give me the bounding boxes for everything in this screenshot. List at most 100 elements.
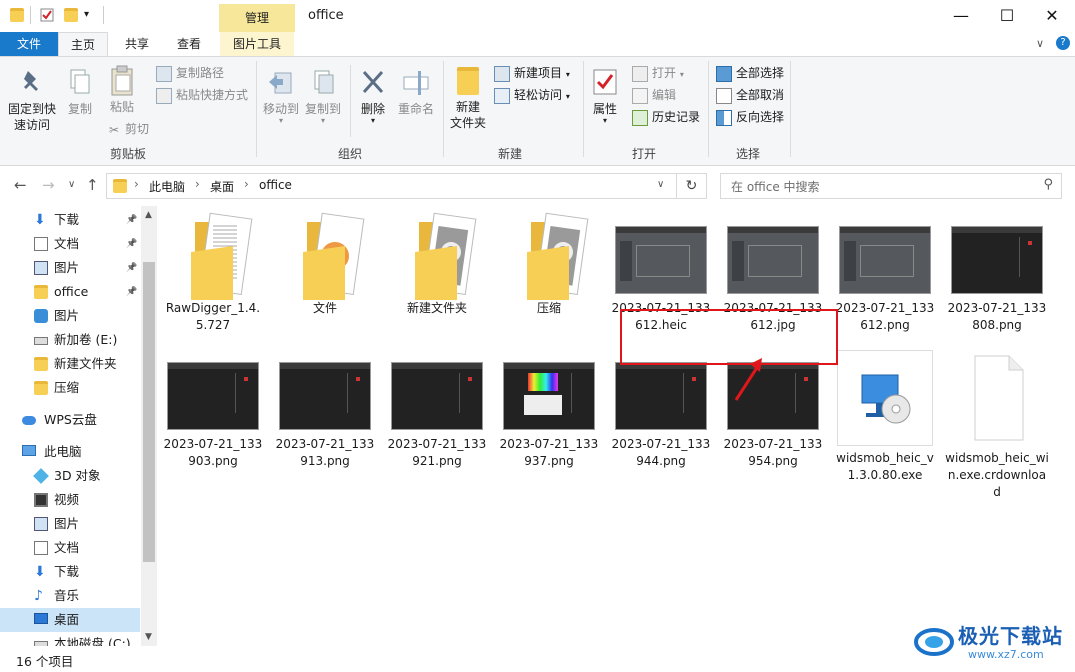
breadcrumb-this-pc[interactable]: 此电脑 <box>149 178 185 195</box>
delete-button[interactable]: 删除 ▾ <box>354 67 392 125</box>
collapse-ribbon-icon[interactable]: ∨ <box>1036 37 1044 50</box>
breadcrumb-desktop[interactable]: 桌面 <box>210 178 234 195</box>
tab-home[interactable]: 主页 <box>58 32 108 56</box>
nav-item[interactable]: ♪ 音乐 <box>0 584 140 608</box>
history-button[interactable]: 历史记录 <box>632 107 700 127</box>
copy-to-button[interactable]: 复制到 ▾ <box>302 67 344 125</box>
pin-quick-access-button[interactable]: 固定到快 速访问 <box>4 67 60 133</box>
new-item-button[interactable]: 新建项目 ▾ <box>494 63 570 83</box>
tab-view[interactable]: 查看 <box>164 32 214 56</box>
folder-icon <box>34 381 48 395</box>
paste-shortcut-button[interactable]: 粘贴快捷方式 <box>156 85 248 105</box>
file-name: 2023-07-21_133913.png <box>275 437 375 468</box>
nav-item[interactable]: office 📌 <box>0 280 140 304</box>
desktop-icon <box>34 613 48 624</box>
rename-icon <box>402 67 430 97</box>
file-item[interactable]: widsmob_heic_win.exe.crdownload <box>945 355 1049 501</box>
select-none-button[interactable]: 全部取消 <box>716 85 784 105</box>
edit-button[interactable]: 编辑 <box>632 85 676 105</box>
file-item[interactable]: 2023-07-21_133944.png <box>609 356 713 470</box>
search-box[interactable]: ⚲ <box>720 173 1062 199</box>
shield-folder-icon <box>34 309 48 323</box>
copy-path-button[interactable]: 复制路径 <box>156 63 224 83</box>
file-name: 2023-07-21_133937.png <box>499 437 599 468</box>
group-label-organize: 组织 <box>337 147 362 161</box>
tab-share[interactable]: 共享 <box>112 32 162 56</box>
download-icon: ⬇ <box>34 564 46 580</box>
file-item[interactable]: 2023-07-21_133913.png <box>273 356 377 470</box>
nav-item[interactable]: 3D 对象 <box>0 464 140 488</box>
file-item[interactable]: 压缩 <box>497 212 601 317</box>
nav-item[interactable]: 文档 📌 <box>0 232 140 256</box>
dropdown-arrow-icon: ▾ <box>565 92 570 101</box>
nav-item[interactable]: 新加卷 (E:) <box>0 328 140 352</box>
file-item[interactable]: 2023-07-21_133903.png <box>161 356 265 470</box>
maximize-button[interactable]: ☐ <box>984 0 1030 32</box>
history-label: 历史记录 <box>652 110 701 124</box>
new-folder-button[interactable]: 新建 文件夹 <box>446 67 490 131</box>
watermark-logo: 极光下载站 www.xz7.com <box>912 618 1072 670</box>
file-item[interactable]: 文件 <box>273 212 377 317</box>
nav-item[interactable]: 图片 📌 <box>0 256 140 280</box>
nav-item[interactable]: 新建文件夹 <box>0 352 140 376</box>
open-button[interactable]: 打开 ▾ <box>632 63 684 83</box>
recent-locations-chevron-icon[interactable]: ∨ <box>68 179 75 190</box>
forward-arrow-icon[interactable]: → <box>42 176 55 194</box>
file-item[interactable]: RawDigger_1.4.5.727 <box>161 212 265 334</box>
nav-item[interactable]: 文档 <box>0 536 140 560</box>
nav-item[interactable]: ⬇ 下载 📌 <box>0 208 140 232</box>
up-arrow-icon[interactable]: ↑ <box>86 176 99 194</box>
address-bar[interactable]: › 此电脑 › 桌面 › office ∨ <box>106 173 677 199</box>
nav-item[interactable]: WPS云盘 <box>0 408 140 432</box>
search-icon[interactable]: ⚲ <box>1043 177 1053 192</box>
nav-item[interactable]: 压缩 <box>0 376 140 400</box>
file-item[interactable]: 2023-07-21_133808.png <box>945 220 1049 334</box>
dropdown-arrow-icon: ▾ <box>370 116 375 125</box>
nav-item[interactable]: 视频 <box>0 488 140 512</box>
select-all-button[interactable]: 全部选择 <box>716 63 784 83</box>
file-item[interactable]: 2023-07-21_133921.png <box>385 356 489 470</box>
nav-item[interactable]: 图片 <box>0 304 140 328</box>
blank-file-icon <box>951 355 1043 441</box>
file-item[interactable]: 新建文件夹 <box>385 212 489 317</box>
image-thumbnail-icon <box>279 356 371 430</box>
paste-button[interactable]: 粘贴 <box>102 65 142 115</box>
cut-button[interactable]: ✂ 剪切 <box>107 119 149 139</box>
picture-icon <box>34 517 48 531</box>
help-icon[interactable]: ? <box>1056 36 1070 50</box>
manage-context-tab[interactable]: 管理 <box>219 4 295 32</box>
minimize-button[interactable]: — <box>938 0 984 32</box>
tab-file[interactable]: 文件 <box>0 32 58 56</box>
image-thumbnail-icon <box>839 220 931 294</box>
address-dropdown-icon[interactable]: ∨ <box>657 179 664 190</box>
new-folder-quick-icon[interactable] <box>64 8 78 22</box>
search-input[interactable] <box>729 175 1033 199</box>
customize-quick-access-icon[interactable]: ▾ <box>84 8 98 22</box>
close-button[interactable]: ✕ <box>1029 0 1075 32</box>
copy-button[interactable]: 复制 <box>62 67 98 117</box>
nav-item[interactable]: 桌面 <box>0 608 140 632</box>
pin-label-line2: 速访问 <box>13 118 50 132</box>
properties-button[interactable]: 属性 ▾ <box>586 67 624 125</box>
easy-access-button[interactable]: 轻松访问 ▾ <box>494 85 570 105</box>
scroll-up-arrow-icon[interactable]: ▲ <box>145 210 152 220</box>
tab-picture-tools[interactable]: 图片工具 <box>220 32 294 56</box>
nav-item[interactable]: ⬇ 下载 <box>0 560 140 584</box>
nav-item[interactable]: 此电脑 <box>0 440 140 464</box>
divider <box>30 6 31 24</box>
file-item[interactable]: 2023-07-21_133612.png <box>833 220 937 334</box>
file-item[interactable]: widsmob_heic_v1.3.0.80.exe <box>833 350 937 484</box>
properties-quick-icon[interactable] <box>40 8 54 22</box>
group-label-clipboard: 剪贴板 <box>109 147 146 161</box>
nav-item[interactable]: 图片 <box>0 512 140 536</box>
file-item[interactable]: 2023-07-21_133937.png <box>497 356 601 470</box>
open-label: 打开 <box>652 66 677 80</box>
move-to-button[interactable]: 移动到 ▾ <box>260 67 302 125</box>
nav-scrollbar-thumb[interactable] <box>143 262 155 562</box>
back-arrow-icon[interactable]: ← <box>14 176 27 194</box>
scroll-down-arrow-icon[interactable]: ▼ <box>145 632 152 642</box>
refresh-button[interactable]: ↻ <box>677 173 707 199</box>
invert-selection-button[interactable]: 反向选择 <box>716 107 784 127</box>
rename-button[interactable]: 重命名 <box>394 67 438 117</box>
breadcrumb-office[interactable]: office <box>259 178 292 192</box>
